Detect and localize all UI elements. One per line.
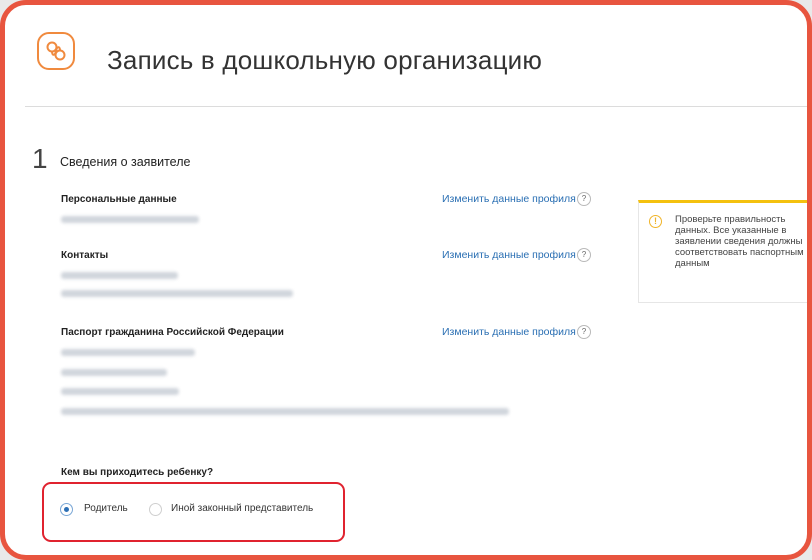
passport-heading: Паспорт гражданина Российской Федерации: [61, 327, 284, 338]
header-divider: [25, 106, 807, 107]
warning-notice: ! Проверьте правильность данных. Все ука…: [638, 200, 807, 303]
warning-icon: !: [649, 215, 662, 228]
passport-issuer-value: [61, 408, 509, 415]
help-icon[interactable]: ?: [577, 248, 591, 262]
step-number: 1: [32, 143, 48, 174]
edit-passport-link[interactable]: Изменить данные профиля: [442, 326, 576, 338]
radio-legal-representative-label[interactable]: Иной законный представитель: [171, 503, 313, 514]
contacts-phone-value: [61, 272, 178, 279]
passport-date-value: [61, 369, 167, 376]
radio-legal-representative[interactable]: [149, 503, 162, 516]
contacts-email-value: [61, 290, 293, 297]
pacifier-icon: [37, 32, 75, 70]
radio-parent[interactable]: [60, 503, 73, 516]
personal-data-value: [61, 216, 199, 223]
notice-text: Проверьте правильность данных. Все указа…: [675, 214, 804, 269]
edit-personal-link[interactable]: Изменить данные профиля: [442, 193, 576, 205]
help-icon[interactable]: ?: [577, 325, 591, 339]
step-title: Сведения о заявителе: [60, 155, 191, 169]
radio-parent-label[interactable]: Родитель: [84, 503, 128, 514]
page-frame: Запись в дошкольную организацию 1 Сведен…: [0, 0, 812, 560]
page-title: Запись в дошкольную организацию: [107, 45, 543, 75]
relation-question: Кем вы приходитесь ребенку?: [61, 467, 214, 478]
contacts-heading: Контакты: [61, 250, 109, 261]
passport-code-value: [61, 388, 179, 395]
passport-number-value: [61, 349, 195, 356]
personal-data-heading: Персональные данные: [61, 194, 177, 205]
edit-contacts-link[interactable]: Изменить данные профиля: [442, 249, 576, 261]
help-icon[interactable]: ?: [577, 192, 591, 206]
